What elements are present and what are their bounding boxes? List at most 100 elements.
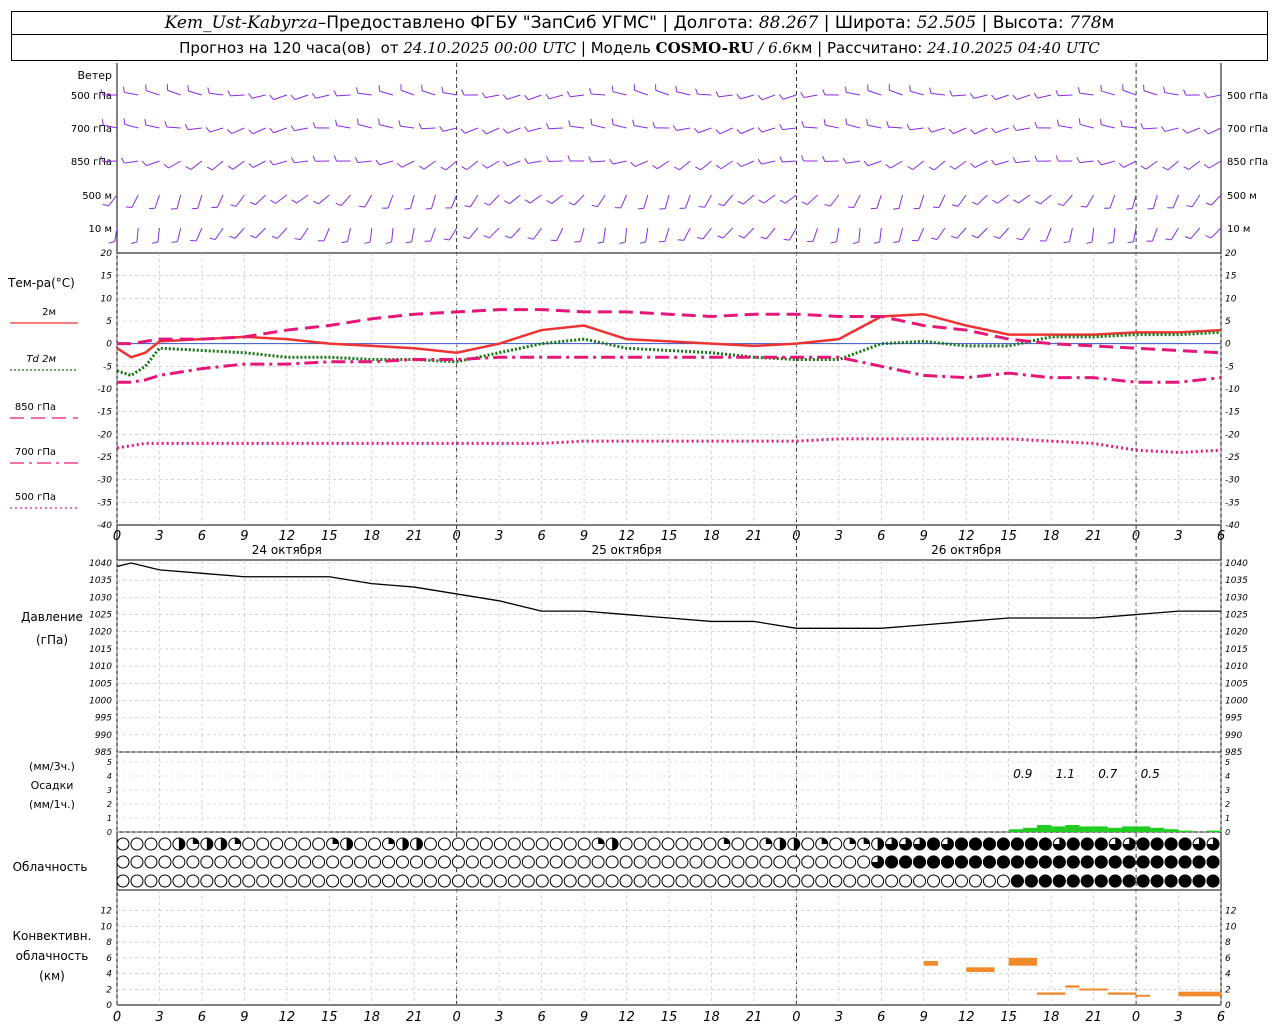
wind-barb — [1207, 94, 1222, 99]
wind-barb-feather — [545, 93, 550, 100]
wind-barb — [664, 194, 670, 209]
wind-level-label: 500 м — [82, 191, 112, 202]
wind-barb — [765, 227, 776, 240]
precip-bar — [1178, 830, 1193, 832]
cloud-symbol-few — [234, 838, 241, 844]
pressure-tick-label: 1040 — [89, 559, 112, 569]
hour-tick-label-bottom: 6 — [1217, 1010, 1225, 1024]
wind-barb — [294, 160, 309, 164]
wind-barb — [528, 94, 542, 101]
temp-tick-label-right: 20 — [1225, 249, 1237, 259]
cloud-symbol-overcast — [885, 855, 899, 869]
cloud-symbol — [549, 874, 563, 888]
wind-barb — [430, 227, 436, 242]
wind-barb — [230, 94, 245, 97]
wind-barb — [209, 92, 224, 96]
cloud-symbol — [256, 855, 270, 869]
wind-barb-feather — [758, 199, 765, 204]
precip-tick-label: 1 — [107, 814, 112, 823]
wind-barb-feather — [269, 94, 275, 100]
wind-barb — [195, 227, 203, 242]
cloud-symbol-few — [821, 838, 828, 844]
wind-barb-feather — [418, 123, 422, 129]
cloud-symbol — [144, 874, 158, 888]
wind-barb-feather — [1127, 241, 1134, 244]
wind-barb-feather — [1012, 157, 1017, 163]
conv-tick-label-right: 2 — [1225, 985, 1231, 995]
wind-barb-feather — [249, 201, 256, 206]
wind-barb — [953, 127, 967, 135]
wind-level-label: 850 гПа — [71, 157, 112, 168]
cloud-symbol — [563, 855, 577, 869]
wind-barb-feather — [481, 129, 487, 135]
hour-tick-label: 15 — [321, 529, 338, 544]
wind-barb — [974, 127, 988, 135]
wind-barb-feather — [652, 122, 656, 129]
wind-barb — [803, 94, 818, 98]
cloud-symbol-few — [192, 838, 199, 844]
wind-barb — [1018, 194, 1031, 204]
temp-tick-label: -25 — [97, 453, 112, 463]
cloud-symbol-overcast — [899, 855, 913, 869]
wind-barb-feather — [717, 203, 724, 207]
pressure-tick-label-right: 1035 — [1225, 576, 1248, 586]
precip-tick-label: 4 — [107, 772, 112, 781]
wind-barb-feather — [589, 88, 592, 95]
wind-barb — [442, 127, 457, 132]
temp-tick-label-right: -30 — [1225, 476, 1240, 486]
wind-barb — [364, 194, 373, 208]
wind-barb-feather — [800, 92, 805, 98]
cloud-symbol — [535, 874, 549, 888]
conv-cloud-segment — [1065, 985, 1080, 988]
precip-bar — [1206, 830, 1221, 832]
wind-barb-feather — [250, 235, 256, 239]
wind-barb — [275, 194, 288, 204]
wind-barb — [1145, 160, 1158, 170]
pressure-tick-label-right: 1025 — [1225, 611, 1248, 621]
wind-barb — [1143, 127, 1158, 130]
hour-tick-label: 3 — [495, 529, 503, 544]
cloud-symbol — [968, 874, 982, 888]
hour-tick-label-bottom: 18 — [703, 1010, 720, 1024]
wind-barb-feather — [461, 89, 465, 96]
cloud-symbol-overcast — [1094, 855, 1108, 869]
wind-barb-feather — [545, 123, 550, 129]
cloud-symbol-overcast — [1136, 855, 1150, 869]
cloud-symbol — [675, 874, 689, 888]
conv-tick-label: 12 — [101, 907, 113, 917]
wind-barb — [1170, 227, 1179, 241]
cloud-symbol — [773, 874, 787, 888]
wind-barb-feather — [1077, 87, 1081, 94]
wind-barb — [743, 227, 755, 239]
wind-barb — [167, 89, 181, 96]
cloud-symbol-overcast — [968, 837, 982, 851]
wind-barb-feather — [992, 199, 998, 204]
conv-cloud-segment — [1037, 992, 1066, 995]
wind-barb-feather — [970, 93, 975, 99]
wind-barb-feather — [227, 90, 231, 97]
wind-barb — [570, 125, 585, 129]
wind-barb — [176, 227, 182, 242]
cloud-symbol — [465, 837, 479, 851]
temp-tick-label: 0 — [106, 340, 112, 350]
cloud-symbol — [228, 874, 242, 888]
conv-tick-label-right: 12 — [1225, 907, 1237, 917]
wind-barb-feather — [333, 90, 338, 97]
cloud-symbol — [521, 855, 535, 869]
cloud-symbol — [982, 874, 996, 888]
conv-cloud-segment — [1079, 988, 1108, 991]
hour-tick-label: 0 — [113, 529, 121, 544]
wind-barb — [976, 194, 988, 205]
wind-barb-feather — [311, 93, 317, 99]
temp-tick-label-right: -15 — [1225, 408, 1240, 418]
cloud-symbol-overcast — [1024, 855, 1038, 869]
cloud-symbol — [382, 874, 396, 888]
cloud-symbol — [633, 837, 647, 851]
wind-barb — [131, 194, 139, 208]
wind-barb-feather — [698, 205, 705, 208]
wind-barb — [347, 227, 352, 242]
hour-tick-label: 9 — [580, 529, 588, 544]
wind-barb-feather — [630, 161, 636, 167]
wind-barb-feather — [355, 87, 359, 94]
wind-barb-feather — [1034, 200, 1041, 205]
